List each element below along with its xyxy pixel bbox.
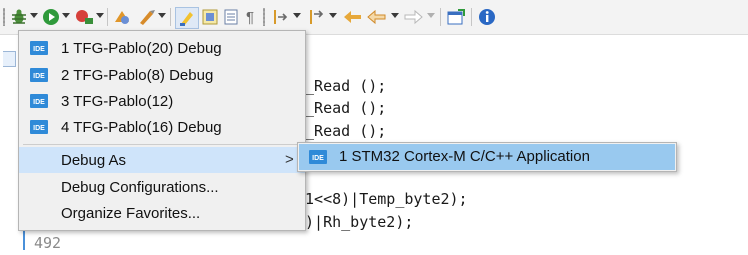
coverage-icon[interactable] (112, 7, 132, 27)
back-icon[interactable] (342, 7, 364, 27)
build-icon[interactable] (136, 7, 156, 27)
toolbar-separator (471, 8, 472, 26)
menu-item-launch-3[interactable]: IDE 3 TFG-Pablo(12) (19, 88, 305, 114)
toolbar-separator (440, 8, 441, 26)
next-annotation-icon[interactable] (270, 7, 290, 27)
menu-item-label: Debug As (61, 151, 127, 169)
forward-dropdown-icon[interactable] (427, 13, 435, 18)
back-history-icon[interactable] (366, 7, 388, 27)
info-icon[interactable] (477, 7, 497, 27)
ide-launch-icon: IDE (30, 94, 48, 113)
debug-bug-icon[interactable] (10, 7, 28, 27)
debug-dropdown-menu: IDE 1 TFG-Pablo(20) Debug IDE 2 TFG-Pabl… (18, 30, 306, 231)
code-line[interactable]: 3)|Rh_byte2); (296, 213, 413, 231)
menu-item-debug-configurations[interactable]: Debug Configurations... (19, 174, 305, 200)
pilcrow-icon[interactable]: ¶ (243, 7, 257, 27)
line-number: 492 (34, 234, 62, 252)
block-selection-icon[interactable] (201, 7, 219, 27)
menu-item-label: 2 TFG-Pablo(8) Debug (61, 66, 214, 84)
toggle-mark-occurrences-icon[interactable] (175, 7, 199, 29)
svg-text:IDE: IDE (33, 99, 45, 106)
toolbar-separator (107, 8, 108, 26)
previous-annotation-dropdown-icon[interactable] (329, 13, 337, 18)
run-icon[interactable] (42, 7, 60, 27)
show-whitespace-icon[interactable] (222, 7, 240, 27)
code-line[interactable]: 2_Read (); (296, 122, 386, 140)
next-annotation-dropdown-icon[interactable] (293, 13, 301, 18)
menu-separator (23, 144, 301, 145)
svg-text:IDE: IDE (33, 46, 45, 53)
menu-item-label: 1 TFG-Pablo(20) Debug (61, 39, 222, 57)
code-line[interactable]: 2_Read (); (296, 99, 386, 117)
ide-launch-icon: IDE (30, 41, 48, 60)
menu-item-launch-2[interactable]: IDE 2 TFG-Pablo(8) Debug (19, 62, 305, 88)
debug-as-submenu: IDE 1 STM32 Cortex-M C/C++ Application (297, 142, 677, 172)
build-dropdown-icon[interactable] (158, 13, 166, 18)
menu-item-launch-1[interactable]: IDE 1 TFG-Pablo(20) Debug (19, 35, 305, 61)
menu-item-label: 4 TFG-Pablo(16) Debug (61, 118, 222, 136)
svg-text:IDE: IDE (33, 73, 45, 80)
ide-launch-icon: IDE (309, 150, 327, 169)
menu-item-label: 3 TFG-Pablo(12) (61, 92, 174, 110)
run-dropdown-icon[interactable] (62, 13, 70, 18)
menu-item-debug-as[interactable]: Debug As > (19, 147, 305, 173)
menu-item-label: Debug Configurations... (61, 178, 219, 196)
svg-text:IDE: IDE (33, 125, 45, 132)
ide-launch-icon: IDE (30, 120, 48, 139)
external-tools-icon[interactable] (74, 7, 94, 27)
submenu-item-stm32-application[interactable]: IDE 1 STM32 Cortex-M C/C++ Application (299, 144, 675, 170)
svg-text:IDE: IDE (312, 155, 324, 162)
back-dropdown-icon[interactable] (391, 13, 399, 18)
code-line[interactable]: e1<<8)|Temp_byte2); (296, 190, 468, 208)
menu-item-organize-favorites[interactable]: Organize Favorites... (19, 200, 305, 226)
toolbar-grip[interactable] (263, 8, 265, 26)
toolbar-grip[interactable] (3, 8, 5, 26)
chevron-right-icon: > (285, 151, 294, 168)
code-line[interactable]: 2_Read (); (296, 77, 386, 95)
forward-icon[interactable] (402, 7, 424, 27)
ide-launch-icon: IDE (30, 68, 48, 87)
toolbar-separator (170, 8, 171, 26)
external-tools-dropdown-icon[interactable] (96, 13, 104, 18)
previous-annotation-icon[interactable] (306, 7, 326, 27)
menu-item-launch-4[interactable]: IDE 4 TFG-Pablo(16) Debug (19, 114, 305, 140)
debug-dropdown-icon[interactable] (30, 13, 38, 18)
editor-tab-marker[interactable] (3, 51, 16, 67)
submenu-item-label: 1 STM32 Cortex-M C/C++ Application (339, 148, 590, 165)
new-window-icon[interactable] (446, 7, 466, 27)
menu-item-label: Organize Favorites... (61, 204, 201, 222)
